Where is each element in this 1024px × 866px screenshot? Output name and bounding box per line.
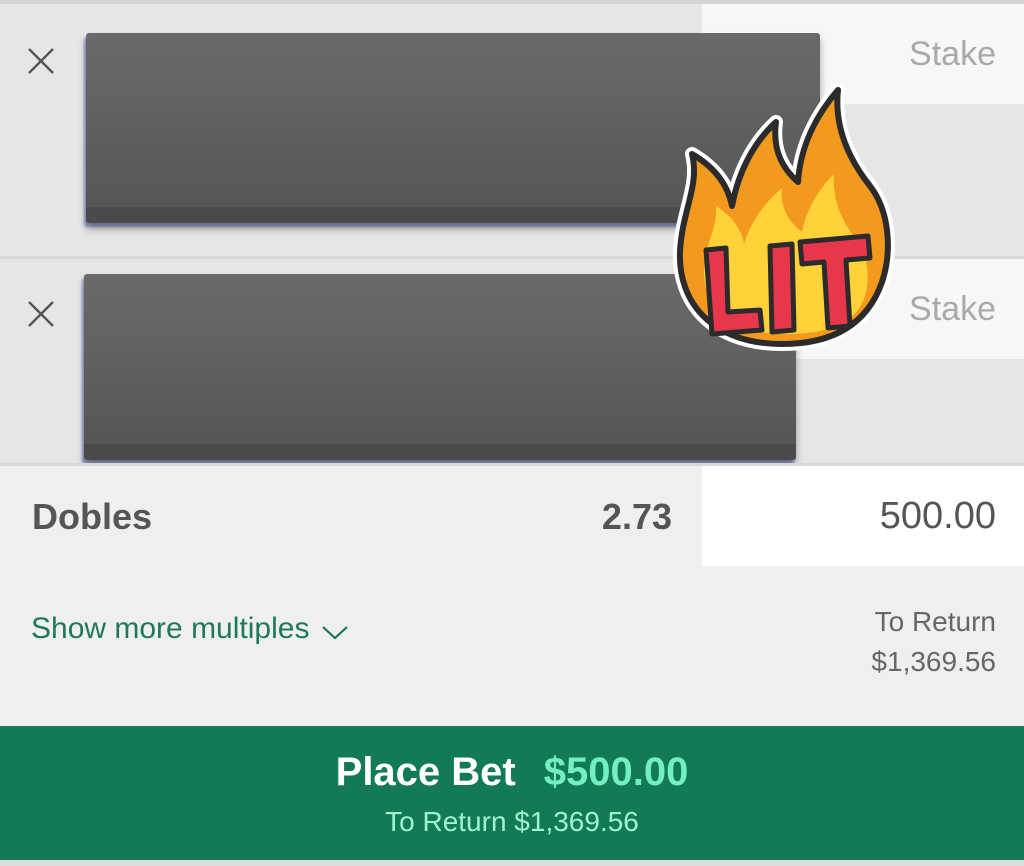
chevron-down-icon bbox=[322, 626, 349, 640]
doubles-row: Dobles 2.73 500.00 bbox=[0, 466, 1024, 566]
fire-sticker-icon bbox=[672, 83, 895, 351]
place-bet-return: To Return $1,369.56 bbox=[385, 806, 639, 837]
close-icon bbox=[28, 301, 54, 327]
to-return-summary: To Return $1,369.56 bbox=[871, 602, 996, 682]
to-return-value: $1,369.56 bbox=[871, 646, 996, 677]
place-bet-label: Place Bet bbox=[335, 750, 516, 794]
doubles-stake-input[interactable]: 500.00 bbox=[702, 466, 1024, 566]
stake-placeholder: Stake bbox=[909, 34, 996, 73]
remove-selection-button[interactable] bbox=[22, 295, 60, 333]
show-more-multiples-link[interactable]: Show more multiples bbox=[31, 612, 349, 646]
doubles-odds: 2.73 bbox=[601, 496, 672, 537]
multiples-section: Show more multiples To Return $1,369.56 bbox=[0, 566, 1024, 726]
bottom-strip bbox=[0, 860, 1024, 866]
doubles-stake-value: 500.00 bbox=[879, 494, 996, 537]
show-more-label: Show more multiples bbox=[31, 612, 310, 645]
bet-slip-screen: Stake Stake Dobles 2.73 500.00 Show more… bbox=[0, 0, 1024, 866]
to-return-label: To Return bbox=[874, 606, 996, 637]
place-bet-main-line: Place Bet $500.00 bbox=[0, 750, 1024, 795]
place-bet-amount: $500.00 bbox=[543, 750, 689, 794]
remove-selection-button[interactable] bbox=[22, 42, 60, 80]
doubles-label: Dobles bbox=[32, 496, 153, 537]
place-bet-button[interactable]: Place Bet $500.00 To Return $1,369.56 bbox=[0, 726, 1024, 860]
close-icon bbox=[28, 48, 54, 74]
stake-placeholder: Stake bbox=[909, 289, 996, 328]
